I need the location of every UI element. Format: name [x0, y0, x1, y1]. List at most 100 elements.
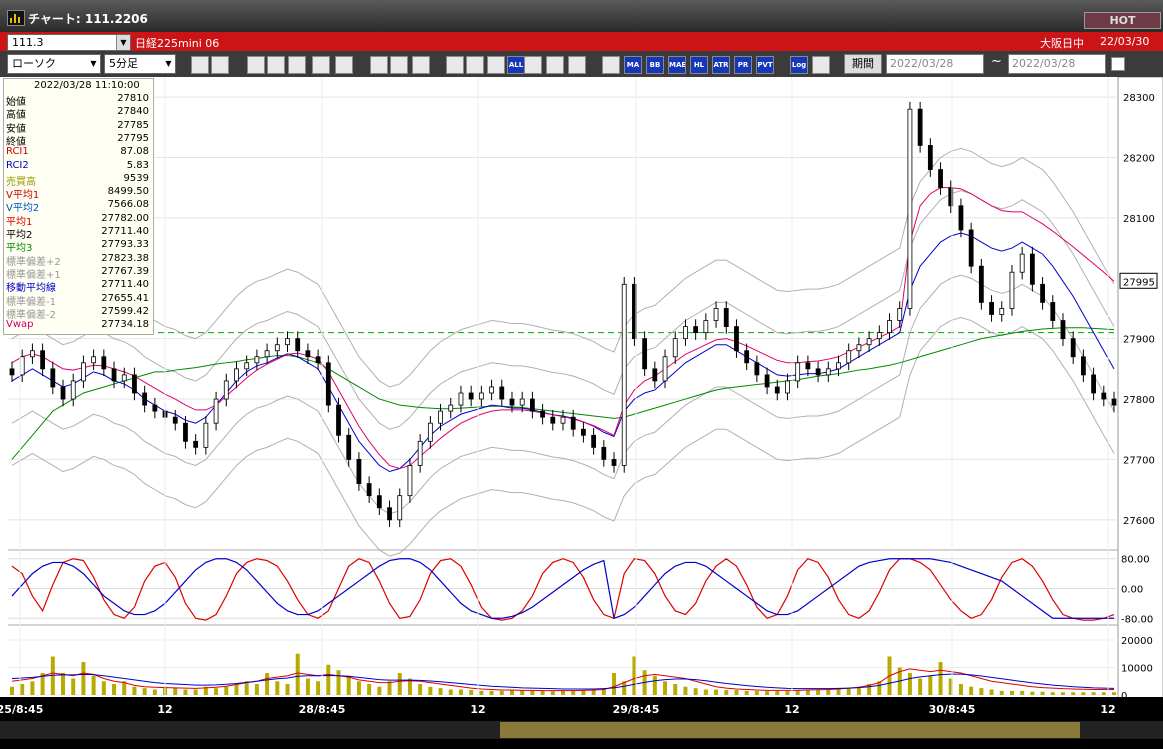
mae-icon[interactable]: MAE	[668, 56, 686, 74]
title-bar: チャート: 111.2206 HOT	[0, 0, 1163, 32]
log-icon[interactable]: Log	[790, 56, 808, 74]
volume-bar	[999, 690, 1004, 695]
volume-bar	[336, 670, 341, 695]
price-chart[interactable]: 28300 28200 28100 27900 27800 27700 27600 27995…	[0, 77, 1163, 749]
settings-icon[interactable]	[524, 56, 542, 74]
info-value: 27767.39	[101, 265, 149, 277]
volume-bar	[356, 681, 361, 695]
option-checkbox[interactable]	[1111, 57, 1125, 71]
magnify-icon[interactable]	[267, 56, 285, 74]
pvt-icon[interactable]: PVT	[756, 56, 774, 74]
lock-icon[interactable]	[335, 56, 353, 74]
candle-body	[550, 416, 556, 424]
volume-bar	[550, 691, 555, 695]
time-tick-label: 29/8:45	[613, 703, 660, 716]
candle-body	[662, 356, 668, 382]
chart-type-select[interactable]: ローソク ▼	[7, 54, 101, 74]
palette-icon[interactable]	[568, 56, 586, 74]
wrench-icon[interactable]	[546, 56, 564, 74]
price-tick-label: 28300	[1123, 93, 1155, 104]
candle-body	[795, 362, 801, 382]
ma-icon[interactable]: MA	[624, 56, 642, 74]
rci-tick-label: 80.00	[1121, 555, 1150, 566]
price-axis-area	[1117, 77, 1163, 749]
candle-body	[540, 410, 545, 418]
info-row: 平均2 27711.40	[6, 226, 151, 241]
atr-icon[interactable]: ATR	[712, 56, 730, 74]
hot-button[interactable]: HOT	[1084, 12, 1161, 29]
candle-icon[interactable]	[312, 56, 330, 74]
instrument-name: 日経225mini 06	[135, 37, 220, 50]
info-label: RCI1	[6, 146, 29, 158]
volume-bar	[795, 690, 800, 695]
info-value: 27599.42	[101, 305, 149, 317]
volume-bar	[846, 688, 851, 695]
volume-bar	[265, 673, 270, 695]
info-row: 移動平均線 27711.40	[6, 279, 151, 294]
market-label: 大阪日中	[1040, 37, 1084, 50]
hl-icon[interactable]: HL	[690, 56, 708, 74]
info-value: 87.08	[120, 146, 149, 158]
candle-body	[785, 380, 790, 394]
cursor-icon[interactable]	[390, 56, 408, 74]
candle-body	[968, 229, 974, 267]
date-to-input[interactable]: 2022/03/28	[1008, 54, 1106, 74]
bars-icon[interactable]	[288, 56, 306, 74]
info-value: 27655.41	[101, 292, 149, 304]
current-price-label: 27995	[1123, 277, 1155, 288]
time-tick-label: 12	[157, 703, 172, 716]
candle-body	[805, 362, 811, 370]
volume-bar	[571, 690, 576, 695]
candle-body	[927, 145, 933, 170]
code-value: 111.3	[12, 36, 44, 49]
info-value: 27793.33	[101, 239, 149, 251]
volume-bar	[152, 689, 157, 695]
candle-body	[723, 308, 729, 327]
volume-bar	[979, 688, 984, 695]
export-icon[interactable]	[812, 56, 830, 74]
crosshair-icon[interactable]	[211, 56, 229, 74]
candle-body	[734, 326, 739, 352]
candle-body	[325, 362, 331, 406]
info-datetime: 2022/03/28 11:10:00	[34, 80, 140, 91]
volume-bar	[530, 690, 535, 695]
bb-icon[interactable]: BB	[646, 56, 664, 74]
line-b-icon[interactable]	[466, 56, 484, 74]
candle-body	[989, 302, 994, 315]
pen-icon[interactable]	[370, 56, 388, 74]
chevron-down-icon[interactable]: ▼	[87, 55, 100, 73]
candle-body	[50, 368, 56, 388]
volume-tick-label: 10000	[1121, 664, 1153, 675]
pr-icon[interactable]: PR	[734, 56, 752, 74]
volume-bar	[438, 688, 443, 695]
candle-body	[285, 338, 290, 346]
return-icon[interactable]	[412, 56, 430, 74]
volume-bar	[173, 688, 178, 695]
grid-icon[interactable]	[602, 56, 620, 74]
date-from-input[interactable]: 2022/03/28	[886, 54, 984, 74]
volume-bar	[285, 684, 290, 695]
time-tick-label: 28/8:45	[299, 703, 346, 716]
line-a-icon[interactable]	[446, 56, 464, 74]
interval-select[interactable]: 5分足 ▼	[104, 54, 176, 74]
candle-body	[213, 398, 219, 424]
volume-bar	[112, 684, 117, 695]
price-tick-label: 27600	[1123, 516, 1155, 527]
all-icon[interactable]: ALL	[507, 56, 525, 74]
info-label: RCI2	[6, 159, 29, 171]
chevron-down-icon[interactable]: ▼	[116, 35, 130, 50]
info-value: 27823.38	[101, 252, 149, 264]
volume-bar	[316, 681, 321, 695]
info-row: 高値 27840	[6, 106, 151, 121]
code-combo[interactable]: 111.3 ▼	[7, 34, 131, 51]
candle-body	[529, 398, 535, 412]
chevron-down-icon[interactable]: ▼	[162, 55, 175, 73]
zoom-icon[interactable]	[191, 56, 209, 74]
line-c-icon[interactable]	[487, 56, 505, 74]
period-button[interactable]: 期間	[844, 54, 882, 74]
arrow-down-icon[interactable]	[247, 56, 265, 74]
candle-body	[1101, 392, 1107, 400]
candle-body	[468, 392, 474, 400]
scrollbar-thumb	[500, 722, 1080, 738]
candle-body	[642, 338, 648, 370]
